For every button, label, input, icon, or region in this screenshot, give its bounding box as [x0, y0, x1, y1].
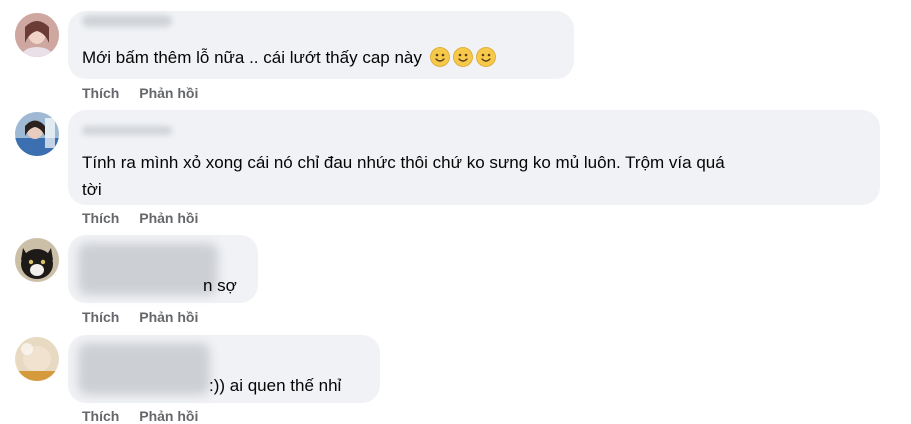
- comment-bubble: :)) ai quen thế nhỉ: [68, 335, 380, 403]
- like-link[interactable]: Thích: [82, 309, 119, 325]
- reply-link[interactable]: Phản hồi: [139, 408, 198, 424]
- comment-text: Mới bấm thêm lỗ nữa .. cái lướt thấy cap…: [82, 44, 496, 72]
- slightly-smiling-face-icon: [429, 47, 450, 67]
- like-link[interactable]: Thích: [82, 408, 119, 424]
- redacted-content: [78, 243, 218, 295]
- comment-bubble: Tính ra mình xỏ xong cái nó chỉ đau nhức…: [68, 110, 880, 205]
- comment-text-content: Mới bấm thêm lỗ nữa .. cái lướt thấy cap…: [82, 48, 422, 67]
- like-link[interactable]: Thích: [82, 85, 119, 101]
- like-link[interactable]: Thích: [82, 210, 119, 226]
- slightly-smiling-face-icon: [475, 47, 496, 67]
- commenter-name-redacted[interactable]: [82, 126, 172, 135]
- commenter-avatar[interactable]: [15, 112, 59, 156]
- comment-actions: Thích Phản hồi: [82, 210, 214, 226]
- comment-3: n sợ Thích Phản hồi: [0, 230, 911, 330]
- comment-bubble: n sợ: [68, 235, 258, 303]
- comment-4: :)) ai quen thế nhỉ Thích Phản hồi: [0, 330, 911, 424]
- reply-link[interactable]: Phản hồi: [139, 309, 198, 325]
- commenter-avatar[interactable]: [15, 13, 59, 57]
- reply-link[interactable]: Phản hồi: [139, 85, 198, 101]
- commenter-avatar[interactable]: [15, 238, 59, 282]
- commenter-avatar[interactable]: [15, 337, 59, 381]
- comment-text: n sợ: [203, 276, 237, 295]
- comment-2: Tính ra mình xỏ xong cái nó chỉ đau nhức…: [0, 105, 911, 230]
- comment-1: Mới bấm thêm lỗ nữa .. cái lướt thấy cap…: [0, 0, 911, 105]
- comment-text-line-1: Tính ra mình xỏ xong cái nó chỉ đau nhức…: [82, 153, 725, 172]
- comment-bubble: Mới bấm thêm lỗ nữa .. cái lướt thấy cap…: [68, 11, 574, 79]
- redacted-content: [78, 343, 210, 395]
- comment-actions: Thích Phản hồi: [82, 85, 214, 101]
- comment-actions: Thích Phản hồi: [82, 309, 214, 325]
- comment-actions: Thích Phản hồi: [82, 408, 214, 424]
- comment-text-line-2: tời: [82, 180, 102, 199]
- reply-link[interactable]: Phản hồi: [139, 210, 198, 226]
- commenter-name-redacted[interactable]: [82, 15, 172, 27]
- comment-text: :)) ai quen thế nhỉ: [209, 376, 342, 395]
- slightly-smiling-face-icon: [452, 47, 473, 67]
